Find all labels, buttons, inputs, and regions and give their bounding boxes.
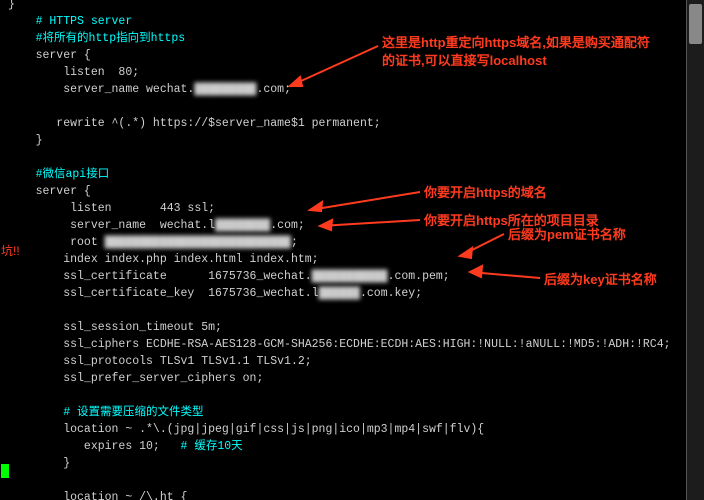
code-block: } # HTTPS server #将所有的http指向到https serve… [8, 0, 671, 500]
scrollbar-thumb[interactable] [689, 4, 702, 44]
scrollbar-track[interactable] [686, 0, 704, 500]
